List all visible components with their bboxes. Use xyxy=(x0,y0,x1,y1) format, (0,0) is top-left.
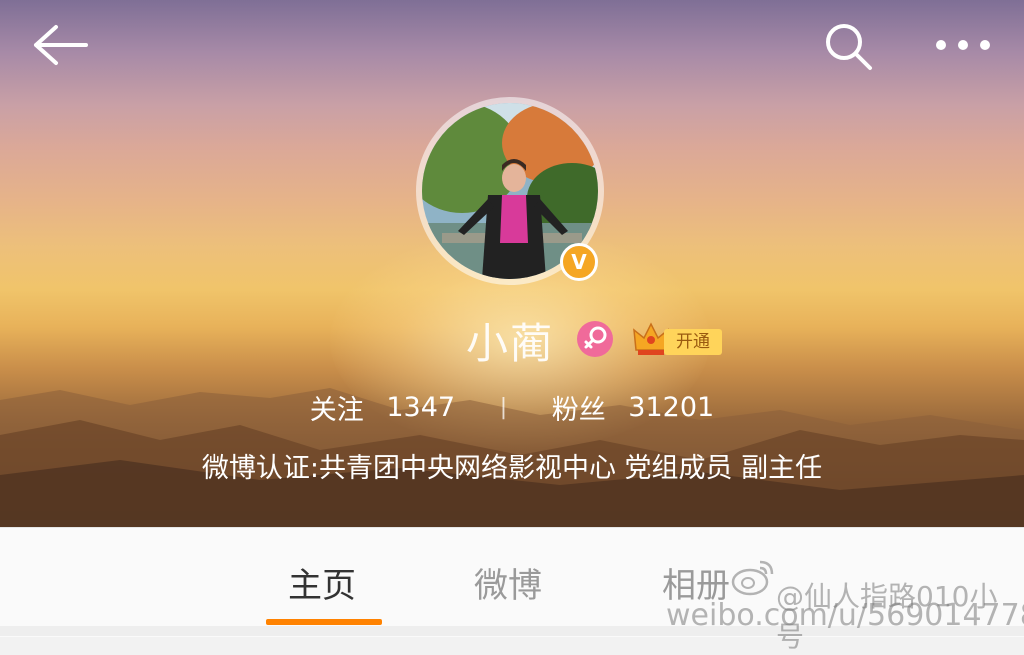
search-icon xyxy=(826,24,872,70)
tab-weibo[interactable]: 微博 xyxy=(474,558,542,607)
search-button[interactable] xyxy=(818,18,876,72)
more-button[interactable] xyxy=(930,18,996,72)
more-icon xyxy=(936,40,990,50)
following-stat[interactable]: 关注 1347 xyxy=(310,388,455,427)
following-count: 1347 xyxy=(386,392,456,423)
female-icon xyxy=(577,321,613,357)
verified-icon: V xyxy=(560,243,598,281)
followers-stat[interactable]: 粉丝 31201 xyxy=(552,388,715,427)
back-arrow-icon xyxy=(34,25,88,65)
vip-activate-button[interactable]: 开通 xyxy=(664,329,722,355)
verification-text: 微博认证:共青团中央网络影视中心 党组成员 副主任 xyxy=(201,453,823,484)
following-label: 关注 xyxy=(309,395,364,426)
profile-stats: 关注 1347 | 粉丝 31201 xyxy=(0,388,1024,427)
active-tab-indicator xyxy=(266,619,382,625)
watermark-url: weibo.com/u/5690147788 xyxy=(666,598,1024,633)
profile-name: 小蔺 xyxy=(466,319,555,368)
stats-separator: | xyxy=(499,395,508,420)
followers-label: 粉丝 xyxy=(551,395,606,426)
followers-count: 31201 xyxy=(628,392,715,423)
weibo-logo-icon xyxy=(731,560,774,596)
back-button[interactable] xyxy=(28,18,92,72)
tab-home[interactable]: 主页 xyxy=(288,558,356,607)
